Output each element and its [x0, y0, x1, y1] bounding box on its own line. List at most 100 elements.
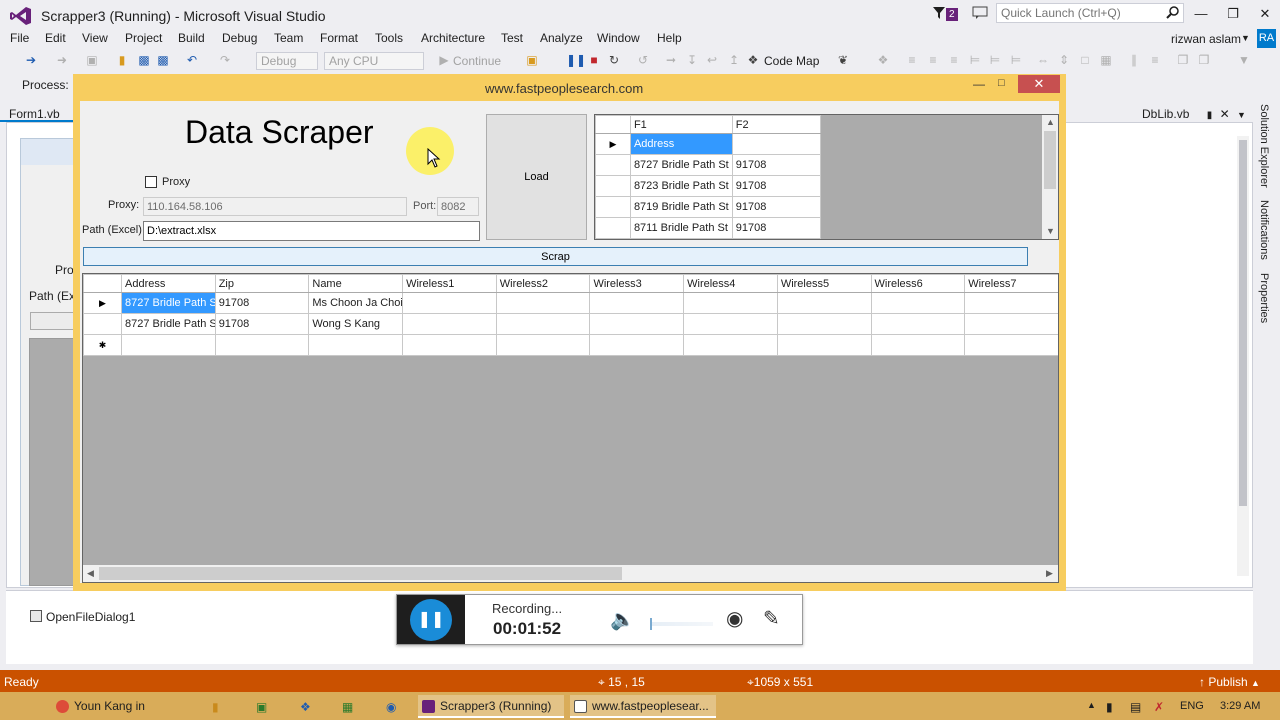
column-header-wireless1[interactable]: Wireless1 [402, 274, 497, 293]
restore-icon[interactable]: ❐ [1220, 4, 1246, 24]
clock[interactable]: 3:29 AM [1220, 700, 1260, 712]
table-cell[interactable] [870, 292, 966, 314]
table-cell[interactable] [495, 313, 591, 335]
table-cell[interactable]: Address [629, 133, 733, 155]
step-over-icon[interactable]: ➞ [664, 53, 678, 67]
forward-icon[interactable]: ➜ [55, 53, 69, 67]
table-cell[interactable]: Ms Choon Ja Choi [308, 292, 404, 314]
pen-icon[interactable]: ✎ [763, 606, 789, 632]
chevron-up-icon[interactable]: ▲ [1087, 700, 1096, 710]
path-input[interactable] [143, 221, 480, 241]
table-cell[interactable] [776, 334, 872, 356]
chevron-down-icon[interactable]: ▼ [1237, 110, 1246, 120]
menu-test[interactable]: Test [501, 30, 523, 46]
table-cell[interactable] [964, 334, 1058, 356]
menu-build[interactable]: Build [178, 30, 205, 46]
column-header-wireless5[interactable]: Wireless5 [776, 274, 872, 293]
menu-team[interactable]: Team [274, 30, 303, 46]
table-cell[interactable] [964, 292, 1058, 314]
table-cell[interactable] [214, 334, 310, 356]
table-cell[interactable] [495, 292, 591, 314]
chevron-down-icon[interactable]: ▼ [1241, 33, 1250, 43]
align-left-icon[interactable]: ≡ [905, 53, 919, 67]
make-same-height-icon[interactable]: ⇕ [1057, 53, 1071, 67]
menu-file[interactable]: File [10, 30, 29, 46]
taskbar-visual-studio[interactable]: Scrapper3 (Running) ... [418, 695, 564, 718]
webcam-icon[interactable]: ◉ [726, 606, 750, 632]
volume-mute-icon[interactable]: ✗ [1154, 700, 1164, 714]
network-icon[interactable]: ▤ [1130, 700, 1141, 714]
column-header-zip[interactable]: Zip [214, 274, 310, 293]
vscode-icon[interactable]: ❖ [300, 700, 311, 714]
filter-icon[interactable] [932, 6, 946, 20]
table-cell[interactable]: 91708 [731, 154, 822, 176]
table-cell[interactable]: Wong S Kang [308, 313, 404, 335]
configuration-combo[interactable]: Debug [256, 52, 318, 70]
menu-analyze[interactable]: Analyze [540, 30, 583, 46]
table-cell[interactable]: 91708 [214, 313, 310, 335]
table-cell[interactable] [121, 334, 216, 356]
align-center-icon[interactable]: ≡ [926, 53, 940, 67]
tab-solution-explorer[interactable]: Solution Explorer [1258, 104, 1270, 188]
table-cell[interactable] [683, 313, 778, 335]
save-all-icon[interactable]: ▩ [156, 53, 170, 67]
new-row[interactable]: ✱ [83, 334, 1058, 356]
minimize-icon[interactable]: — [973, 77, 987, 93]
table-cell[interactable]: 8727 Bridle Path St [121, 292, 216, 314]
publish-button[interactable]: ↑ Publish ▲ [1199, 675, 1260, 689]
open-file-dialog-component[interactable]: OpenFileDialog1 [46, 610, 135, 624]
column-header-f1[interactable]: F1 [629, 115, 733, 134]
table-cell[interactable] [776, 292, 872, 314]
menu-project[interactable]: Project [125, 30, 162, 46]
menu-edit[interactable]: Edit [45, 30, 66, 46]
table-row[interactable]: 8711 Bridle Path St 91708 [595, 217, 822, 239]
load-button[interactable]: Load [486, 114, 587, 240]
table-cell[interactable] [402, 313, 497, 335]
column-header-f2[interactable]: F2 [731, 115, 822, 134]
column-header-wireless4[interactable]: Wireless4 [683, 274, 778, 293]
restart-icon[interactable]: ↻ [607, 53, 621, 67]
align-top-icon[interactable]: ⊨ [968, 53, 982, 67]
volume-slider[interactable] [651, 622, 713, 626]
show-next-statement-icon[interactable]: ↺ [636, 53, 650, 67]
table-cell[interactable] [402, 292, 497, 314]
menu-help[interactable]: Help [657, 30, 682, 46]
table-cell[interactable] [776, 313, 872, 335]
send-to-back-icon[interactable]: ❐ [1197, 53, 1211, 67]
source-grid[interactable]: F1 F2 ▶ Address 8727 Bridle Path St 9170… [594, 114, 1059, 240]
table-cell[interactable]: 8727 Bridle Path St [629, 154, 733, 176]
tab-properties[interactable]: Properties [1258, 273, 1270, 323]
redo-icon[interactable]: ↷ [218, 53, 232, 67]
search-icon[interactable] [1166, 5, 1180, 19]
table-cell[interactable] [870, 313, 966, 335]
battery-icon[interactable]: ▮ [1106, 700, 1113, 714]
table-cell[interactable] [589, 334, 685, 356]
table-cell[interactable] [683, 292, 778, 314]
table-cell[interactable]: 91708 [731, 175, 822, 197]
table-cell[interactable] [964, 313, 1058, 335]
firefox-icon[interactable]: ◉ [386, 700, 396, 714]
table-row[interactable]: 8727 Bridle Path St 91708 Wong S Kang [83, 313, 1058, 335]
table-cell[interactable] [870, 334, 966, 356]
column-header-name[interactable]: Name [308, 274, 404, 293]
volume-slider-handle[interactable] [650, 618, 652, 630]
align-middle-icon[interactable]: ⊨ [988, 53, 1002, 67]
minimize-icon[interactable]: — [1188, 4, 1214, 24]
attach-icon[interactable]: ▣ [525, 53, 539, 67]
make-same-width-icon[interactable]: ⇔ [1036, 53, 1050, 67]
scroll-up-icon[interactable]: ▲ [1046, 117, 1055, 127]
table-cell[interactable]: 8727 Bridle Path St [121, 313, 216, 335]
file-explorer-icon[interactable]: ▮ [212, 700, 219, 714]
table-cell[interactable] [589, 292, 685, 314]
table-row[interactable]: ▶ Address [595, 133, 822, 155]
table-row[interactable]: ▶ 8727 Bridle Path St 91708 Ms Choon Ja … [83, 292, 1058, 314]
menu-tools[interactable]: Tools [375, 30, 403, 46]
quick-launch-input[interactable] [996, 3, 1184, 23]
input-language[interactable]: ENG [1180, 700, 1204, 712]
table-cell[interactable]: 8711 Bridle Path St [629, 217, 733, 239]
undo-icon[interactable]: ↶ [185, 53, 199, 67]
spacing-equal-icon[interactable]: ≡ [1148, 53, 1162, 67]
stop-icon[interactable]: ■ [587, 53, 601, 67]
spacing-icon[interactable]: ∥ [1127, 53, 1141, 67]
scrap-button[interactable]: Scrap [83, 247, 1028, 266]
